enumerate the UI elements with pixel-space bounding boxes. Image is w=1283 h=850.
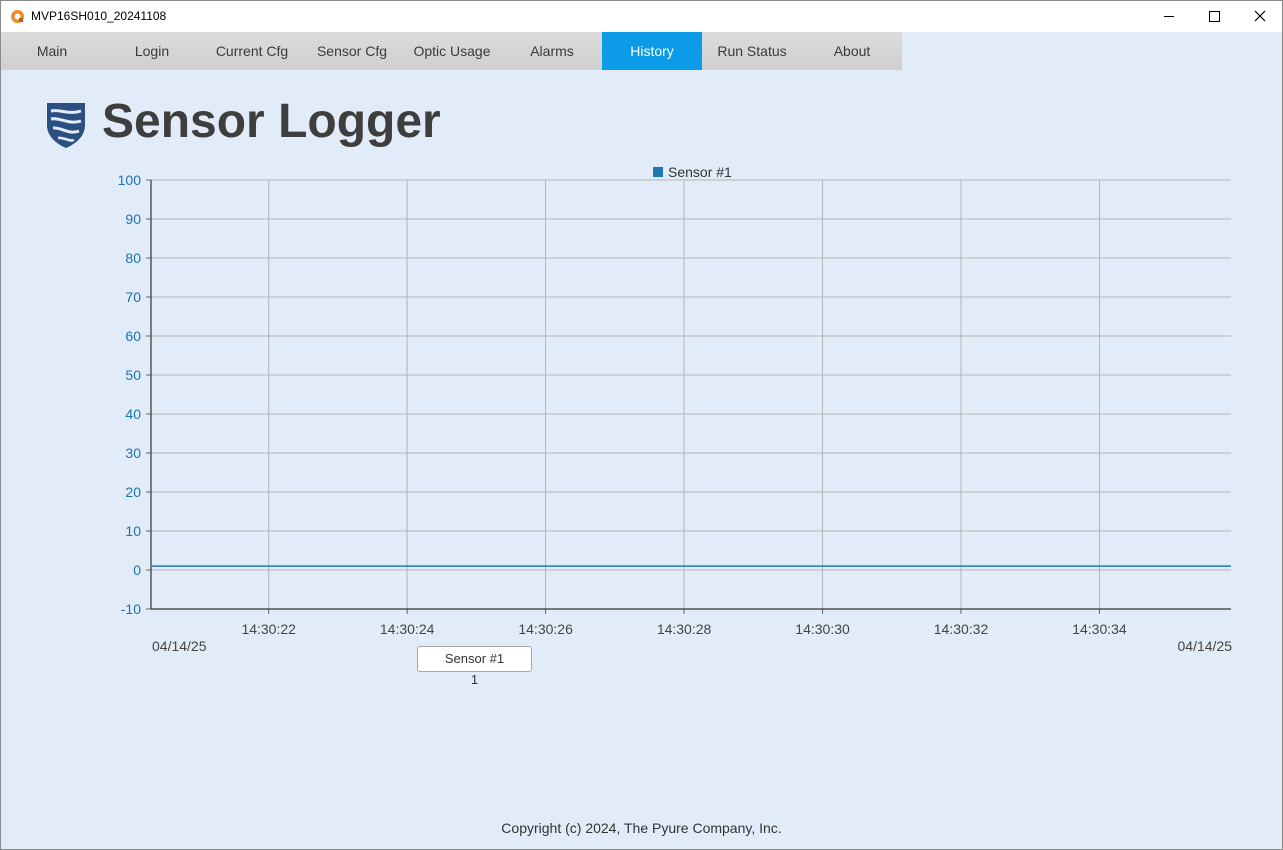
y-tick-label: -10	[121, 601, 141, 617]
y-tick-label: 50	[125, 367, 141, 383]
x-tick-label: 14:30:32	[934, 621, 989, 637]
y-tick-label: 10	[125, 523, 141, 539]
sensor-1-value: 1	[470, 672, 479, 687]
y-tick-label: 90	[125, 211, 141, 227]
x-tick-label: 14:30:22	[241, 621, 296, 637]
y-tick-label: 70	[125, 289, 141, 305]
x-tick-label: 14:30:34	[1072, 621, 1127, 637]
y-tick-label: 0	[133, 562, 141, 578]
x-tick-label: 14:30:24	[380, 621, 435, 637]
y-tick-label: 100	[118, 172, 142, 188]
y-tick-label: 20	[125, 484, 141, 500]
y-tick-label: 80	[125, 250, 141, 266]
y-tick-label: 60	[125, 328, 141, 344]
x-start-date: 04/14/25	[152, 638, 207, 654]
y-tick-label: 30	[125, 445, 141, 461]
x-tick-label: 14:30:28	[657, 621, 712, 637]
legend-swatch	[653, 167, 663, 177]
sensor-1-button[interactable]: Sensor #1	[417, 646, 532, 672]
copyright-text: Copyright (c) 2024, The Pyure Company, I…	[501, 820, 782, 836]
x-end-date: 04/14/25	[1178, 638, 1233, 654]
y-tick-label: 40	[125, 406, 141, 422]
legend-label: Sensor #1	[668, 164, 732, 180]
x-tick-label: 14:30:26	[518, 621, 573, 637]
app-window: MVP16SH010_20241108 Main Login Current C…	[0, 0, 1283, 850]
history-chart: -10 0 10 20 30 40 50 60 70 80 90 100 14:30:22 14:30:2…	[118, 164, 1233, 654]
x-tick-label: 14:30:30	[795, 621, 850, 637]
